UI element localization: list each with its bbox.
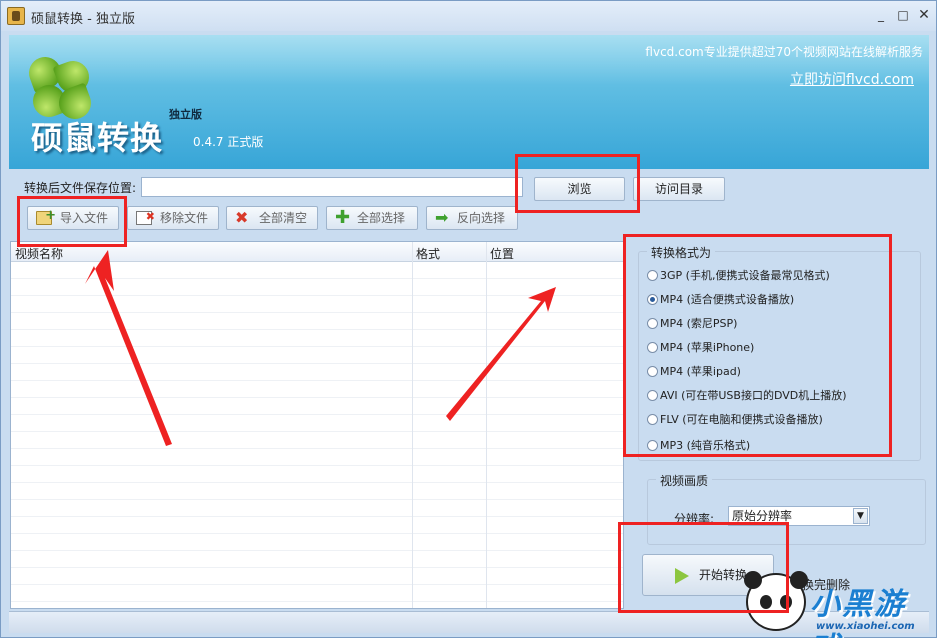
column-format[interactable]: 格式: [416, 245, 440, 262]
red-x-icon: ✖: [235, 208, 249, 227]
watermark-url: www.xiaohei.com: [816, 621, 915, 632]
green-arrow-icon: ➡: [435, 208, 449, 227]
app-window: 硕鼠转换 - 独立版 _ □ ✕ 硕鼠转换 独立版 0.4.7 正式版 flvc…: [0, 0, 937, 638]
app-mouse-icon: [7, 7, 25, 25]
version-label: 0.4.7 正式版: [193, 135, 264, 149]
video-quality-title: 视频画质: [656, 472, 713, 489]
maximize-button[interactable]: □: [894, 7, 912, 23]
minimize-button[interactable]: _: [872, 7, 890, 23]
column-location[interactable]: 位置: [490, 245, 514, 262]
annotation-box-import: [17, 196, 127, 247]
select-all-label: 全部选择: [357, 211, 406, 225]
clear-all-label: 全部清空: [259, 211, 308, 225]
invert-selection-label: 反向选择: [457, 211, 506, 225]
window-title: 硕鼠转换 - 独立版: [31, 12, 135, 27]
close-button[interactable]: ✕: [915, 7, 933, 23]
column-video-name[interactable]: 视频名称: [15, 245, 63, 262]
file-remove-icon: [136, 206, 155, 228]
save-path-input[interactable]: [141, 177, 523, 197]
title-bar[interactable]: 硕鼠转换 - 独立版 _ □ ✕: [1, 1, 936, 31]
file-list-rows[interactable]: [11, 262, 623, 608]
resolution-value: 原始分辨率: [732, 509, 793, 523]
promo-text: flvcd.com专业提供超过70个视频网站在线解析服务: [645, 45, 923, 59]
annotation-box-start: [618, 522, 789, 613]
header-banner: 硕鼠转换 独立版 0.4.7 正式版 flvcd.com专业提供超过70个视频网…: [9, 35, 929, 169]
select-all-button[interactable]: ✚ 全部选择: [326, 206, 418, 230]
save-path-label: 转换后文件保存位置:: [24, 181, 137, 195]
column-divider: [412, 242, 413, 608]
clear-all-button[interactable]: ✖ 全部清空: [226, 206, 318, 230]
visit-site-link[interactable]: 立即访问flvcd.com: [790, 69, 914, 89]
panda-ear: [790, 571, 808, 589]
column-divider: [486, 242, 487, 608]
annotation-box-browse: [515, 154, 640, 213]
remove-file-label: 移除文件: [160, 211, 209, 225]
open-folder-button[interactable]: 访问目录: [633, 177, 725, 201]
invert-selection-button[interactable]: ➡ 反向选择: [426, 206, 518, 230]
annotation-box-format: [623, 234, 892, 457]
file-list[interactable]: 视频名称 格式 位置: [10, 241, 624, 609]
green-plus-icon: ✚: [335, 207, 351, 228]
edition-label: 独立版: [169, 108, 202, 121]
remove-file-button[interactable]: 移除文件: [127, 206, 219, 230]
chevron-down-icon[interactable]: ▼: [853, 508, 868, 524]
brand-title: 硕鼠转换: [31, 119, 164, 157]
